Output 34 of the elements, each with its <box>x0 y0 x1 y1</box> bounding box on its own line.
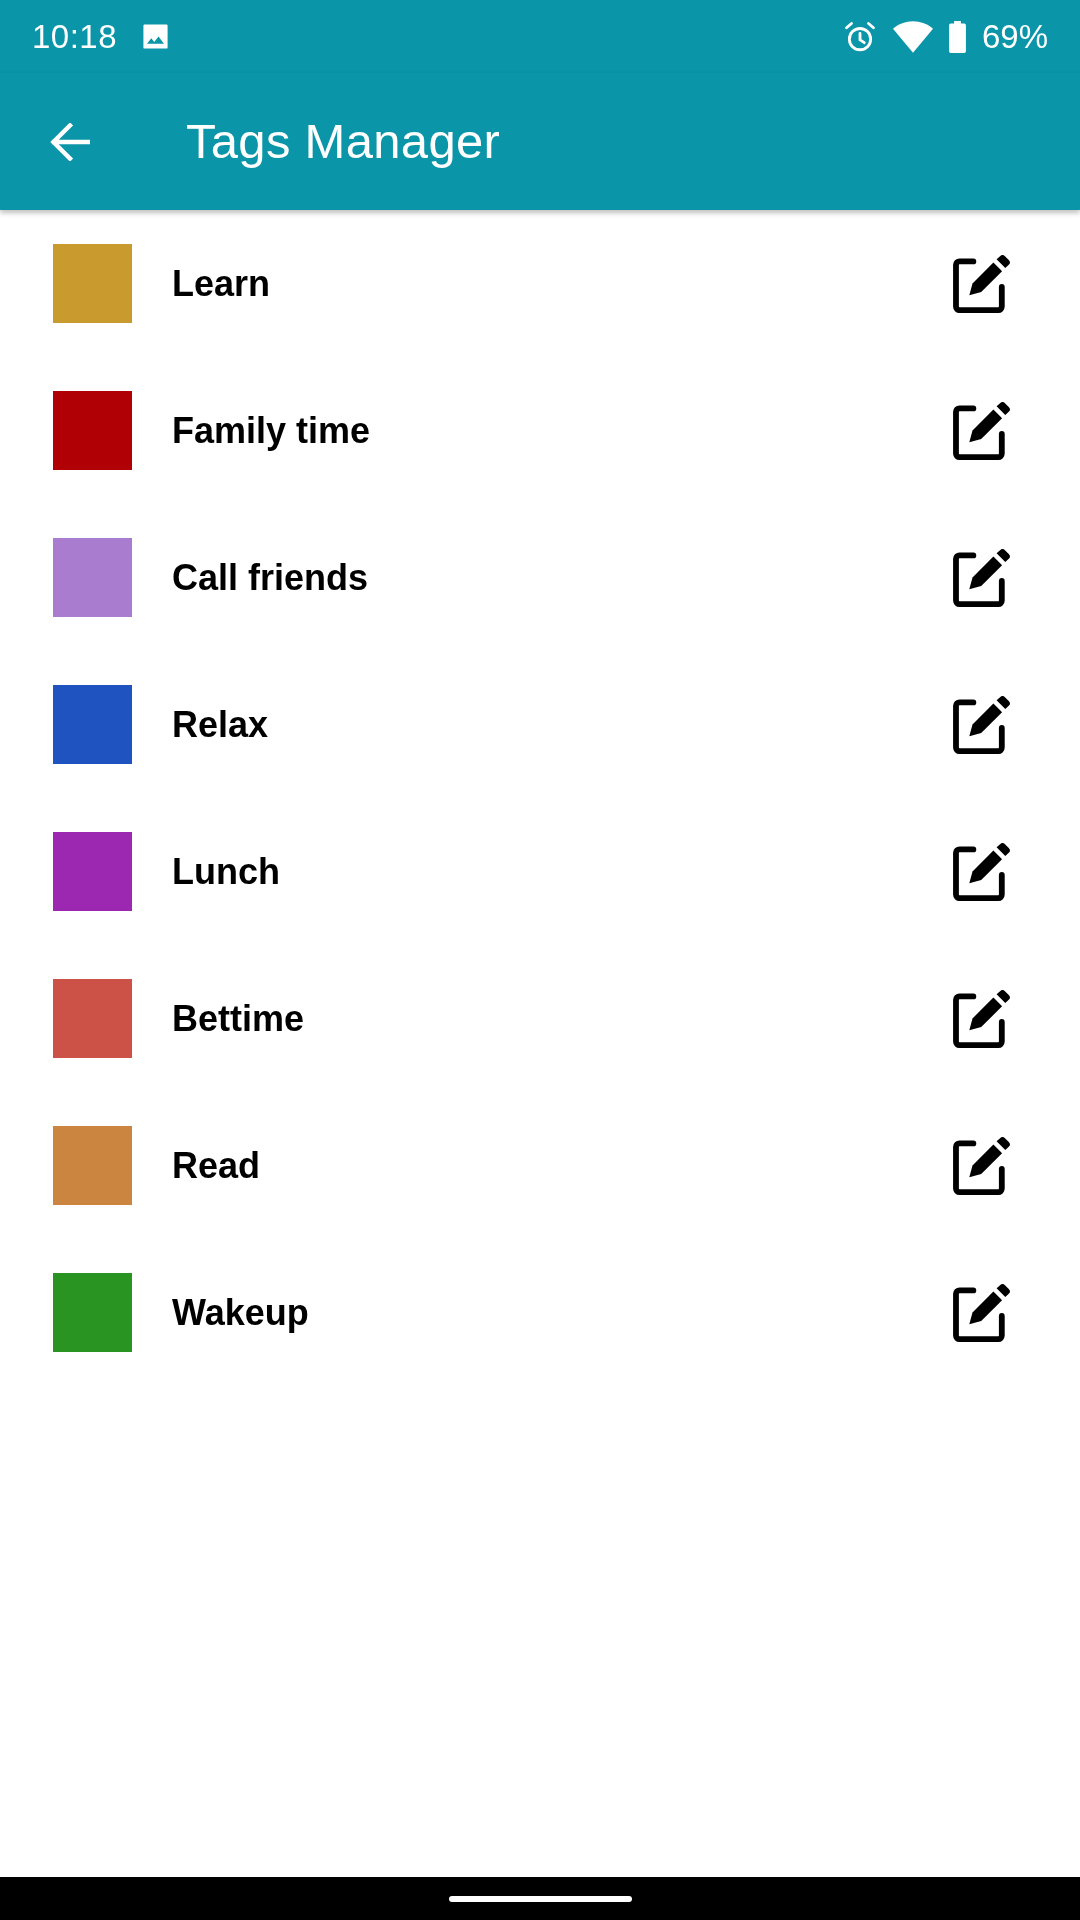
back-button[interactable] <box>50 122 90 161</box>
edit-button[interactable] <box>953 1136 1010 1195</box>
tag-name: Wakeup <box>172 1290 309 1335</box>
edit-icon <box>953 254 1010 313</box>
edit-button[interactable] <box>953 695 1010 754</box>
battery-percent: 69% <box>981 16 1048 57</box>
edit-icon <box>953 989 1010 1048</box>
battery-icon <box>948 20 966 53</box>
edit-button[interactable] <box>953 548 1010 607</box>
tag-name: Lunch <box>172 849 280 894</box>
tag-name: Call friends <box>172 555 369 600</box>
screen-title: Tags Manager <box>186 113 501 171</box>
edit-icon <box>953 695 1010 754</box>
edit-button[interactable] <box>953 401 1010 460</box>
tag-name: Relax <box>172 702 269 747</box>
tag-name: Read <box>172 1143 261 1188</box>
home-handle[interactable] <box>448 1895 632 1902</box>
tag-name: Family time <box>172 408 371 453</box>
tag-name: Bettime <box>172 996 305 1041</box>
edit-icon <box>953 548 1010 607</box>
status-time: 10:18 <box>32 16 118 57</box>
edit-button[interactable] <box>953 989 1010 1048</box>
wifi-icon <box>892 20 933 53</box>
image-icon <box>141 22 171 51</box>
edit-icon <box>953 842 1010 901</box>
alarm-clock-icon <box>842 19 877 54</box>
back-arrow-icon <box>50 122 90 161</box>
edit-icon <box>953 1136 1010 1195</box>
tag-name: Learn <box>172 261 271 306</box>
edit-button[interactable] <box>953 1283 1010 1342</box>
edit-icon <box>953 401 1010 460</box>
edit-icon <box>953 1283 1010 1342</box>
edit-button[interactable] <box>953 842 1010 901</box>
edit-button[interactable] <box>953 254 1010 313</box>
